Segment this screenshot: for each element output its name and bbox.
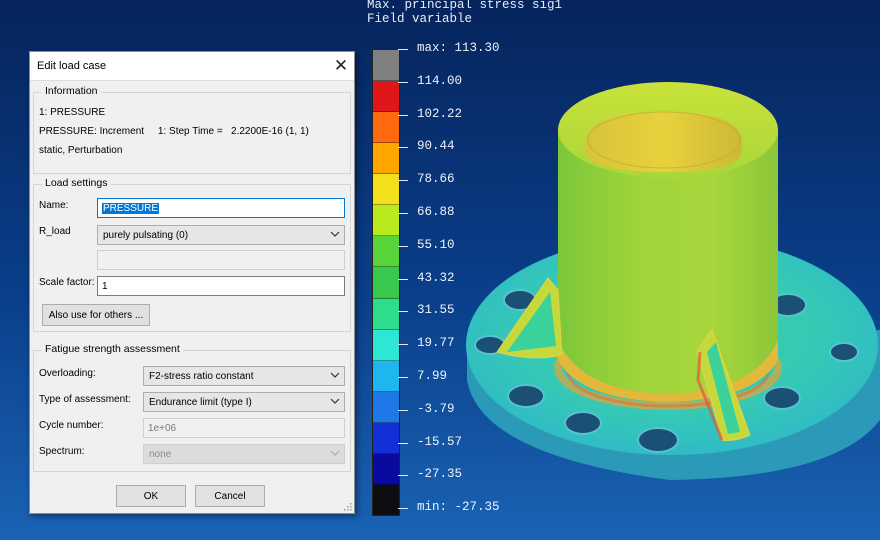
color-bar-segment bbox=[373, 81, 399, 113]
color-bar-segment bbox=[373, 205, 399, 237]
legend-tick-label: 114.00 bbox=[417, 74, 463, 88]
color-bar-segment bbox=[373, 391, 399, 423]
legend-tick-mark bbox=[398, 410, 408, 411]
legend-tick-mark bbox=[398, 180, 408, 181]
color-bar bbox=[372, 49, 400, 516]
cycle-number-input: 1e+06 bbox=[143, 418, 345, 438]
load-settings-group-title: Load settings bbox=[42, 177, 111, 189]
legend-tick-label: 78.66 bbox=[417, 172, 455, 186]
color-bar-segment bbox=[373, 236, 399, 268]
overloading-select-value: F2-stress ratio constant bbox=[149, 370, 254, 382]
scale-factor-input[interactable]: 1 bbox=[97, 276, 345, 296]
color-bar-segment bbox=[373, 112, 399, 144]
legend-tick-mark bbox=[398, 443, 408, 444]
legend-tick-label: 31.55 bbox=[417, 303, 455, 317]
legend-tick-mark bbox=[398, 213, 408, 214]
name-input-value: PRESSURE bbox=[102, 202, 160, 214]
legend-tick-label: 90.44 bbox=[417, 139, 455, 153]
name-label: Name: bbox=[39, 200, 69, 211]
load-settings-group: Load settings Name: PRESSURE R_load pure… bbox=[33, 177, 351, 332]
spectrum-select-value: none bbox=[149, 448, 172, 460]
legend-tick-mark bbox=[398, 147, 408, 148]
name-input[interactable]: PRESSURE bbox=[97, 198, 345, 218]
legend-tick-mark bbox=[398, 344, 408, 345]
legend-title-line1: Max. principal stress sig1 bbox=[367, 0, 563, 12]
legend-tick-mark bbox=[398, 508, 408, 509]
legend-tick-mark bbox=[398, 475, 408, 476]
legend-tick-mark bbox=[398, 311, 408, 312]
dialog-title: Edit load case bbox=[37, 60, 107, 72]
assessment-type-label: Type of assessment: bbox=[39, 394, 131, 405]
assessment-type-value: Endurance limit (type I) bbox=[149, 396, 252, 408]
legend-tick-mark bbox=[398, 82, 408, 83]
legend-tick-label: max: 113.30 bbox=[417, 41, 500, 55]
cycle-number-value: 1e+06 bbox=[148, 422, 177, 434]
color-bar-segment bbox=[373, 267, 399, 299]
also-use-for-others-button[interactable]: Also use for others ... bbox=[42, 304, 150, 326]
legend-tick-label: -15.57 bbox=[417, 435, 463, 449]
info-line-1: 1: PRESSURE bbox=[39, 107, 106, 118]
cycle-number-label: Cycle number: bbox=[39, 420, 104, 431]
legend-tick-label: 66.88 bbox=[417, 205, 455, 219]
scale-factor-label: Scale factor: bbox=[39, 277, 95, 288]
overloading-select[interactable]: F2-stress ratio constant bbox=[143, 366, 345, 386]
spectrum-select: none bbox=[143, 444, 345, 464]
legend-tick-label: 43.32 bbox=[417, 271, 455, 285]
scale-factor-value: 1 bbox=[102, 280, 108, 292]
close-icon[interactable]: ✕ bbox=[328, 53, 354, 79]
legend-tick-label: min: -27.35 bbox=[417, 500, 500, 514]
color-bar-segment bbox=[373, 174, 399, 206]
legend-title: Max. principal stress sig1 Field variabl… bbox=[367, 0, 562, 26]
overloading-label: Overloading: bbox=[39, 368, 96, 379]
legend-tick-label: -27.35 bbox=[417, 467, 463, 481]
legend-tick-mark bbox=[398, 246, 408, 247]
legend-tick-label: 55.10 bbox=[417, 238, 455, 252]
legend-tick-label: 102.22 bbox=[417, 107, 463, 121]
color-bar-segment bbox=[373, 360, 399, 392]
information-group-title: Information bbox=[42, 85, 101, 97]
legend-tick-mark bbox=[398, 377, 408, 378]
legend-title-line2: Field variable bbox=[367, 12, 473, 26]
legend-tick-label: 19.77 bbox=[417, 336, 455, 350]
color-bar-segment bbox=[373, 50, 399, 82]
legend-tick-mark bbox=[398, 115, 408, 116]
edit-load-case-dialog: Edit load case ✕ Information 1: PRESSURE… bbox=[29, 51, 355, 514]
fatigue-group: Fatigue strength assessment Overloading:… bbox=[33, 343, 351, 472]
legend-tick-label: 7.99 bbox=[417, 369, 448, 383]
spectrum-label: Spectrum: bbox=[39, 446, 85, 457]
info-line-3: static, Perturbation bbox=[39, 145, 123, 156]
cancel-button[interactable]: Cancel bbox=[195, 485, 265, 507]
color-bar-segment bbox=[373, 422, 399, 454]
chevron-down-icon bbox=[330, 450, 340, 456]
information-group: Information 1: PRESSURE PRESSURE: Increm… bbox=[33, 85, 351, 174]
rload-extra-field bbox=[97, 250, 345, 270]
ok-button[interactable]: OK bbox=[116, 485, 186, 507]
color-bar-segment bbox=[373, 298, 399, 330]
color-bar-segment bbox=[373, 484, 399, 515]
chevron-down-icon bbox=[330, 398, 340, 404]
legend-tick-mark bbox=[398, 49, 408, 50]
rload-select-value: purely pulsating (0) bbox=[103, 229, 189, 241]
color-bar-segment bbox=[373, 143, 399, 175]
color-bar-segment bbox=[373, 329, 399, 361]
assessment-type-select[interactable]: Endurance limit (type I) bbox=[143, 392, 345, 412]
chevron-down-icon bbox=[330, 231, 340, 237]
resize-grip-icon[interactable] bbox=[342, 501, 352, 511]
rload-label: R_load bbox=[39, 226, 71, 237]
legend-tick-label: -3.79 bbox=[417, 402, 455, 416]
rload-select[interactable]: purely pulsating (0) bbox=[97, 225, 345, 245]
info-line-2: PRESSURE: Increment 1: Step Time = 2.220… bbox=[39, 126, 309, 137]
chevron-down-icon bbox=[330, 372, 340, 378]
legend-tick-mark bbox=[398, 279, 408, 280]
dialog-titlebar[interactable]: Edit load case ✕ bbox=[30, 52, 354, 81]
fatigue-group-title: Fatigue strength assessment bbox=[42, 343, 183, 355]
color-bar-segment bbox=[373, 453, 399, 485]
